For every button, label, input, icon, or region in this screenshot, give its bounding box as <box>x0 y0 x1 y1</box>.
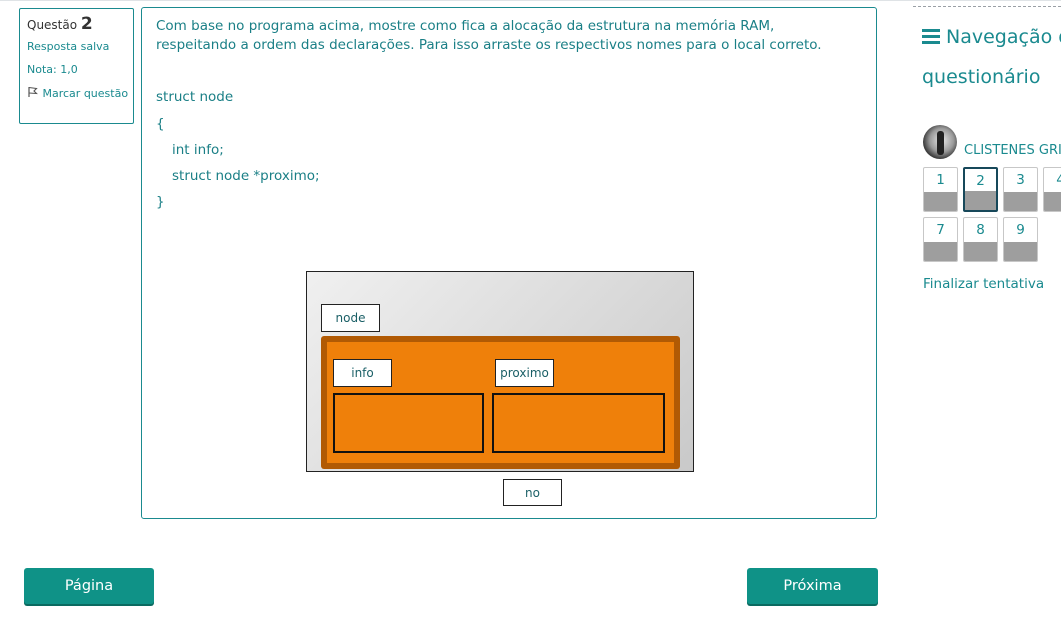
question-info-box: Questão 2 Resposta salva Nota: 1,0 Marca… <box>19 8 134 124</box>
question-number-value: 2 <box>80 14 93 34</box>
top-divider <box>0 0 1061 1</box>
question-text: Com base no programa acima, mostre como … <box>156 18 822 53</box>
previous-page-button[interactable]: Página anterior <box>24 568 154 630</box>
question-number: Questão 2 <box>27 14 133 35</box>
drag-label-info[interactable]: info <box>333 359 392 387</box>
struct-block-inner: info proximo <box>327 342 674 463</box>
answer-status: Resposta salva <box>27 40 110 53</box>
quiz-nav-question-7[interactable]: 7 <box>923 217 958 262</box>
drop-zone-proximo[interactable] <box>492 393 665 453</box>
nav-title-line2: questionário <box>922 66 1041 88</box>
avatar[interactable] <box>923 125 957 159</box>
question-button-number: 8 <box>976 222 985 238</box>
code-line: struct node *proximo; <box>172 168 320 184</box>
quiz-navigation-title[interactable]: Navegação do <box>922 26 1061 48</box>
drag-label-proximo[interactable]: proximo <box>495 359 554 387</box>
question-label: Questão <box>27 18 78 32</box>
code-line: struct node <box>156 89 234 105</box>
memory-diagram: node info proximo <box>306 271 694 472</box>
flag-icon <box>27 86 39 100</box>
quiz-nav-question-9[interactable]: 9 <box>1003 217 1038 262</box>
code-line: int info; <box>172 142 224 158</box>
drop-zone-info[interactable] <box>333 393 484 453</box>
code-line: } <box>156 194 165 210</box>
quiz-nav-question-2[interactable]: 2 <box>963 167 998 212</box>
flag-question-label: Marcar questão <box>42 87 129 100</box>
question-button-number: 7 <box>936 222 945 238</box>
quiz-nav-question-3[interactable]: 3 <box>1003 167 1038 212</box>
quiz-nav-question-1[interactable]: 1 <box>923 167 958 212</box>
hamburger-icon <box>922 29 940 44</box>
quiz-nav-question-4[interactable]: 4 <box>1043 167 1061 212</box>
next-page-button[interactable]: Próxima página <box>747 568 878 630</box>
finish-attempt-link[interactable]: Finalizar tentativa <box>923 276 1044 292</box>
sidebar-divider <box>913 6 1061 7</box>
code-line: { <box>156 116 165 132</box>
nav-title-line1: Navegação do <box>946 26 1061 48</box>
quiz-nav-question-8[interactable]: 8 <box>963 217 998 262</box>
struct-block: info proximo <box>321 336 680 469</box>
question-content: Com base no programa acima, mostre como … <box>141 7 877 519</box>
drag-label-no[interactable]: no <box>503 479 562 506</box>
flag-question-link[interactable]: Marcar questão <box>27 86 133 100</box>
question-button-number: 3 <box>1016 172 1025 188</box>
question-button-number: 4 <box>1044 168 1061 193</box>
question-button-number: 9 <box>1016 222 1025 238</box>
question-button-number: 1 <box>936 172 945 188</box>
user-name[interactable]: CLISTENES GRIZ <box>964 143 1061 158</box>
drag-label-node[interactable]: node <box>321 304 380 332</box>
grade: Nota: 1,0 <box>27 63 78 76</box>
